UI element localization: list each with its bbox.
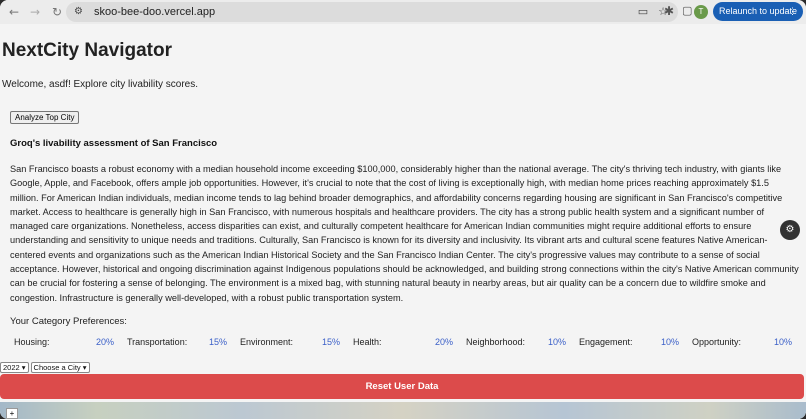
browser-toolbar: ← → ↻ ⚙ skoo-bee-doo.vercel.app ▭ ☆ ✱ ▢ …	[0, 0, 806, 24]
profile-avatar[interactable]: T	[694, 5, 708, 19]
forward-icon[interactable]: →	[27, 4, 43, 20]
preferences-row: Housing: 20% Transportation: 15% Environ…	[10, 335, 795, 349]
preference-value: 10%	[660, 337, 679, 347]
preference-value: 15%	[208, 337, 227, 347]
preferences-title: Your Category Preferences:	[10, 316, 127, 327]
preference-value: 20%	[434, 337, 453, 347]
page-content: NextCity Navigator Welcome, asdf! Explor…	[0, 24, 806, 419]
preference-label: Transportation:	[127, 337, 188, 347]
extensions-icon[interactable]: ✱	[664, 4, 674, 18]
preference-value: 20%	[95, 337, 114, 347]
assessment-text: San Francisco boasts a robust economy wi…	[10, 164, 799, 303]
relaunch-button[interactable]: Relaunch to update ⋮	[713, 2, 803, 21]
preference-label: Engagement:	[579, 337, 633, 347]
relaunch-label: Relaunch to update	[719, 6, 798, 16]
preference-label: Environment:	[240, 337, 294, 347]
analyze-top-city-button[interactable]: Analyze Top City	[10, 111, 80, 124]
map[interactable]: +	[0, 402, 806, 419]
welcome-text: Welcome, asdf! Explore city livability s…	[2, 79, 198, 90]
preference-environment: Environment: 15%	[236, 335, 346, 349]
city-select[interactable]: Choose a City ▾	[30, 362, 90, 373]
preference-label: Health:	[353, 337, 382, 347]
preference-opportunity: Opportunity: 10%	[688, 335, 798, 349]
floating-settings-icon[interactable]: ⚙	[780, 220, 800, 240]
preference-label: Neighborhood:	[466, 337, 526, 347]
address-bar[interactable]: ⚙ skoo-bee-doo.vercel.app ▭ ☆	[66, 2, 678, 22]
year-select[interactable]: 2022 ▾	[0, 362, 29, 373]
preference-label: Opportunity:	[692, 337, 742, 347]
preference-transportation: Transportation: 15%	[123, 335, 233, 349]
page-title: NextCity Navigator	[2, 40, 172, 61]
city-select-value: Choose a City	[33, 363, 81, 372]
back-icon[interactable]: ←	[6, 4, 22, 20]
url-text[interactable]: skoo-bee-doo.vercel.app	[94, 6, 215, 18]
preference-health: Health: 20%	[349, 335, 459, 349]
preference-neighborhood: Neighborhood: 10%	[462, 335, 572, 349]
year-select-value: 2022	[3, 363, 20, 372]
menu-icon[interactable]: ⋮	[788, 2, 797, 21]
map-zoom-control[interactable]: +	[6, 408, 18, 419]
preference-value: 10%	[773, 337, 792, 347]
preference-label: Housing:	[14, 337, 50, 347]
browser-window: ← → ↻ ⚙ skoo-bee-doo.vercel.app ▭ ☆ ✱ ▢ …	[0, 0, 806, 419]
tab-search-icon[interactable]: ▢	[682, 4, 692, 17]
preference-housing: Housing: 20%	[10, 335, 120, 349]
preference-value: 15%	[321, 337, 340, 347]
reload-icon[interactable]: ↻	[49, 4, 65, 20]
site-settings-icon[interactable]: ⚙	[74, 5, 88, 19]
reset-user-data-button[interactable]: Reset User Data	[0, 374, 804, 399]
assessment-title: Groq's livability assessment of San Fran…	[10, 138, 218, 149]
preference-value: 10%	[547, 337, 566, 347]
filter-selects: 2022 ▾ Choose a City ▾	[0, 362, 90, 373]
preference-engagement: Engagement: 10%	[575, 335, 685, 349]
cast-icon[interactable]: ▭	[638, 5, 648, 18]
